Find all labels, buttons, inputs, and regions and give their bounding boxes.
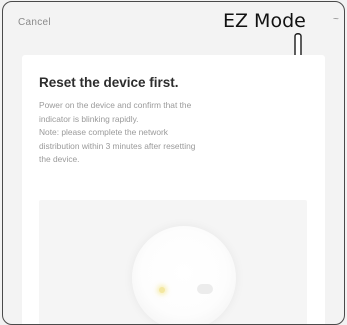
mode-selector[interactable]: EZ Mode [223,10,306,32]
description-line: indicator is blinking rapidly. [39,113,139,124]
description-line: Power on the device and confirm that the [39,100,192,110]
indicator-light-icon [159,287,165,293]
device-illustration [39,200,307,324]
device-image [132,226,236,324]
instruction-card: Reset the device first. Power on the dev… [22,55,325,324]
card-title: Reset the device first. [39,75,179,90]
description-line: distribution within 3 minutes after rese… [39,140,196,151]
cancel-button[interactable]: Cancel [18,17,51,28]
description-line: Note: please complete the network [39,127,168,138]
description-line: the device. [39,154,80,165]
app-frame: Cancel EZ Mode ~ Reset the device first.… [2,1,345,325]
device-button-mark [197,284,213,294]
chevron-down-icon[interactable]: ~ [333,14,339,25]
card-description: Power on the device and confirm that the… [39,99,301,167]
